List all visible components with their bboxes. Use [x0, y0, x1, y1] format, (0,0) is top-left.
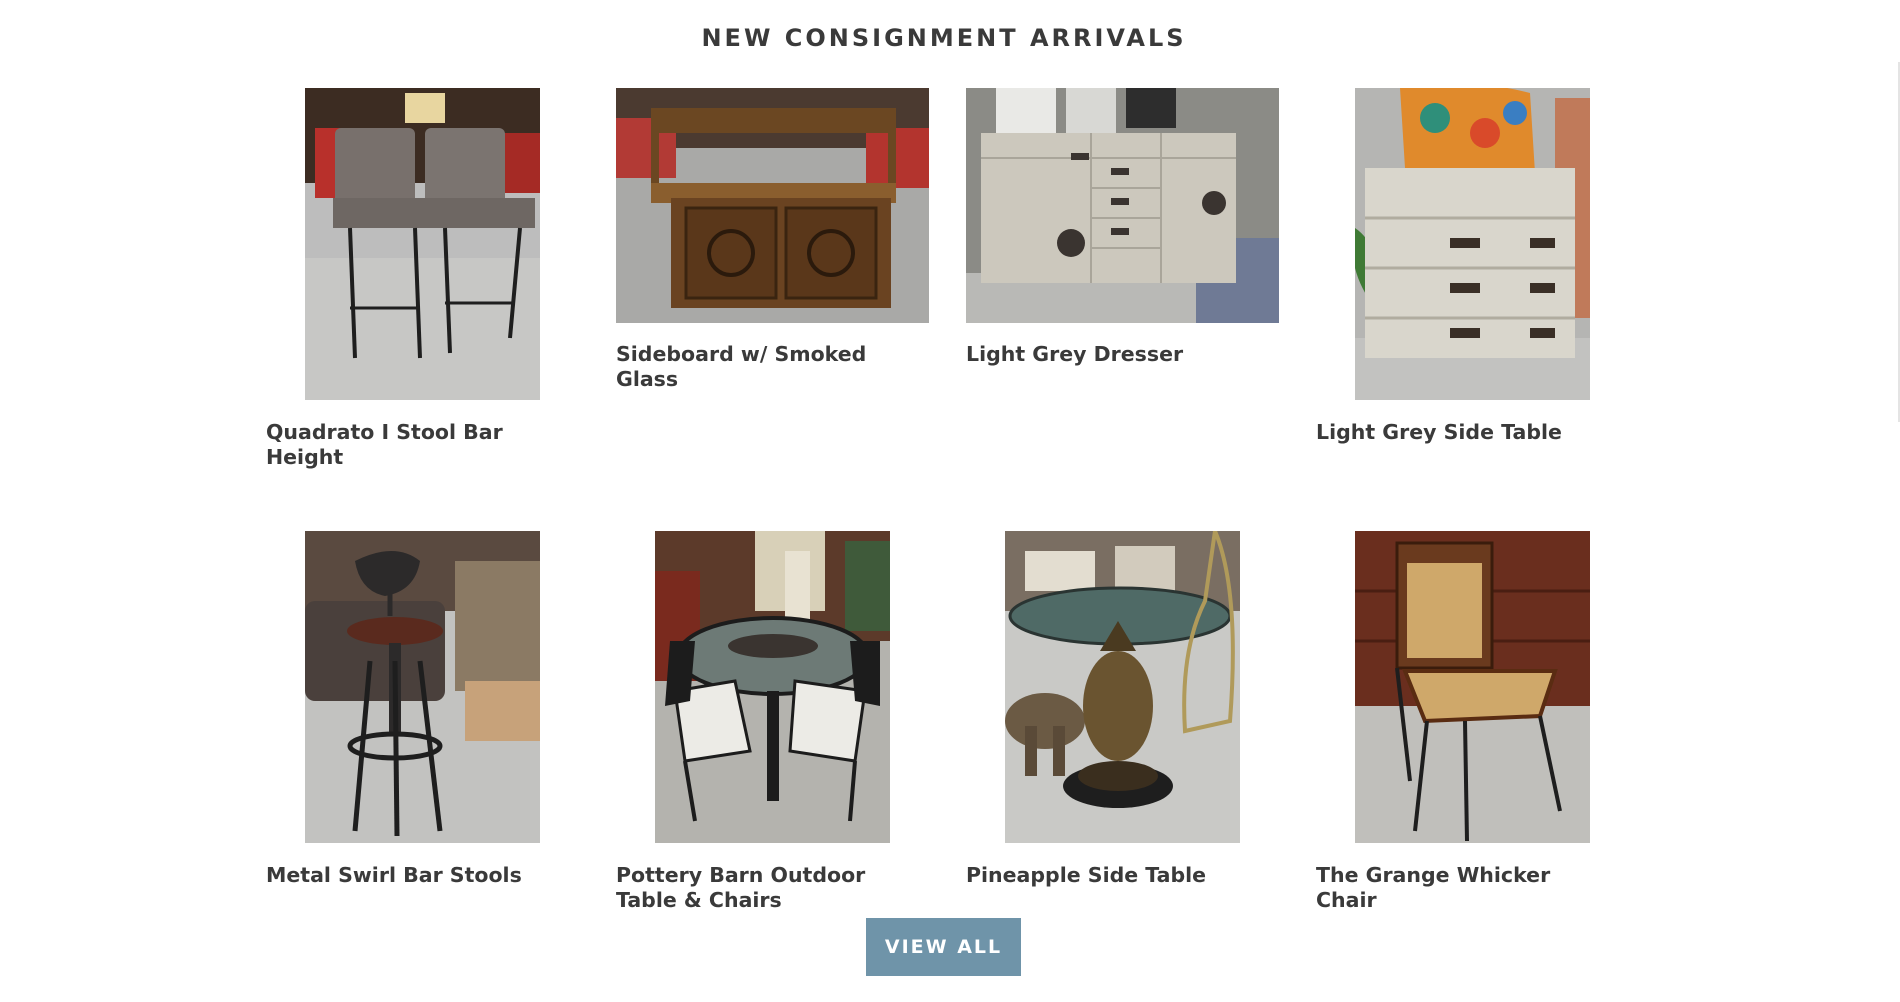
- product-title[interactable]: Pineapple Side Table: [966, 863, 1256, 888]
- featured-collection-section: NEW CONSIGNMENT ARRIVALS Quadrato I Stoo…: [0, 0, 1900, 1002]
- product-title[interactable]: Light Grey Side Table: [1316, 420, 1606, 445]
- product-title[interactable]: Light Grey Dresser: [966, 342, 1256, 367]
- product-title[interactable]: Metal Swirl Bar Stools: [266, 863, 556, 888]
- product-card-sideboard[interactable]: Sideboard w/ Smoked Glass: [616, 88, 929, 391]
- product-image-sideboard[interactable]: [616, 88, 929, 323]
- product-image-grange-whicker-chair[interactable]: [1355, 531, 1590, 843]
- product-card-quadrato-stool[interactable]: Quadrato I Stool Bar Height: [266, 88, 556, 469]
- sideboard-photo: [616, 88, 929, 323]
- product-card-metal-swirl-bar-stools[interactable]: Metal Swirl Bar Stools: [266, 531, 556, 891]
- whicker-chair-photo: [1355, 531, 1590, 843]
- product-title[interactable]: The Grange Whicker Chair: [1316, 863, 1606, 913]
- view-all-button[interactable]: VIEW ALL: [866, 918, 1021, 976]
- product-image-pottery-barn-outdoor-set[interactable]: [655, 531, 890, 843]
- dresser-photo: [966, 88, 1279, 323]
- product-image-metal-swirl-bar-stools[interactable]: [305, 531, 540, 843]
- outdoor-table-photo: [655, 531, 890, 843]
- pineapple-table-photo: [1005, 531, 1240, 843]
- product-card-light-grey-dresser[interactable]: Light Grey Dresser: [966, 88, 1279, 378]
- bar-stool-photo: [305, 88, 540, 400]
- product-card-grange-whicker-chair[interactable]: The Grange Whicker Chair: [1316, 531, 1606, 912]
- product-title[interactable]: Quadrato I Stool Bar Height: [266, 420, 556, 470]
- product-title[interactable]: Pottery Barn Outdoor Table & Chairs: [616, 863, 906, 913]
- product-image-pineapple-side-table[interactable]: [1005, 531, 1240, 843]
- product-card-pineapple-side-table[interactable]: Pineapple Side Table: [966, 531, 1256, 891]
- product-image-light-grey-side-table[interactable]: [1355, 88, 1590, 400]
- side-table-photo: [1355, 88, 1590, 400]
- product-image-quadrato-stool[interactable]: [305, 88, 540, 400]
- product-card-light-grey-side-table[interactable]: Light Grey Side Table: [1316, 88, 1606, 448]
- product-card-pottery-barn-outdoor-set[interactable]: Pottery Barn Outdoor Table & Chairs: [616, 531, 906, 921]
- section-title: NEW CONSIGNMENT ARRIVALS: [701, 24, 1187, 52]
- metal-stool-photo: [305, 531, 540, 843]
- product-title[interactable]: Sideboard w/ Smoked Glass: [616, 342, 906, 392]
- product-image-light-grey-dresser[interactable]: [966, 88, 1279, 323]
